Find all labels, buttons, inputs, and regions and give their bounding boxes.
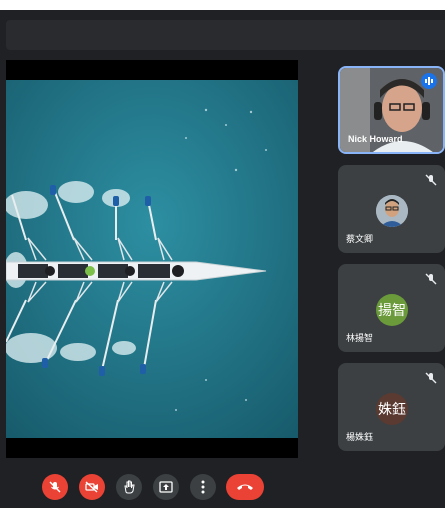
more-vert-icon <box>201 480 205 494</box>
avatar <box>376 195 408 227</box>
camera-toggle-button[interactable] <box>79 474 105 500</box>
browser-top-edge <box>0 0 445 10</box>
participant-name: 蔡文卿 <box>346 234 374 244</box>
participant-tile-2[interactable]: 蔡文卿 <box>338 165 445 253</box>
leave-call-button[interactable] <box>226 474 264 500</box>
participant-name: Nick Howard <box>348 134 403 144</box>
call-controls-bar <box>0 462 445 508</box>
present-icon <box>159 481 173 493</box>
rowing-boat-image <box>6 80 298 438</box>
avatar-initials: 姝鈺 <box>378 401 406 417</box>
raise-hand-button[interactable] <box>116 474 142 500</box>
avatar-initials: 揚智 <box>378 302 406 318</box>
avatar: 姝鈺 <box>376 393 408 425</box>
hand-icon <box>124 480 135 494</box>
speaking-indicator-icon <box>421 73 437 89</box>
meeting-top-bar <box>6 20 445 50</box>
participant-name: 楊姝鈺 <box>346 432 374 442</box>
mic-off-icon <box>425 174 437 186</box>
more-options-button[interactable] <box>190 474 216 500</box>
phone-hangup-icon <box>237 484 253 490</box>
presentation-stage <box>6 60 298 458</box>
avatar: 揚智 <box>376 294 408 326</box>
mic-off-icon <box>425 273 437 285</box>
participant-name: 林揚智 <box>346 333 374 343</box>
participant-tile-4[interactable]: 姝鈺 楊姝鈺 <box>338 363 445 451</box>
shared-video <box>6 80 298 438</box>
mic-off-icon <box>49 481 61 493</box>
microphone-toggle-button[interactable] <box>42 474 68 500</box>
participant-tile-nick-howard[interactable]: Nick Howard <box>338 66 445 154</box>
participant-tile-3[interactable]: 揚智 林揚智 <box>338 264 445 352</box>
present-screen-button[interactable] <box>153 474 179 500</box>
mic-off-icon <box>425 372 437 384</box>
camera-off-icon <box>85 481 98 493</box>
